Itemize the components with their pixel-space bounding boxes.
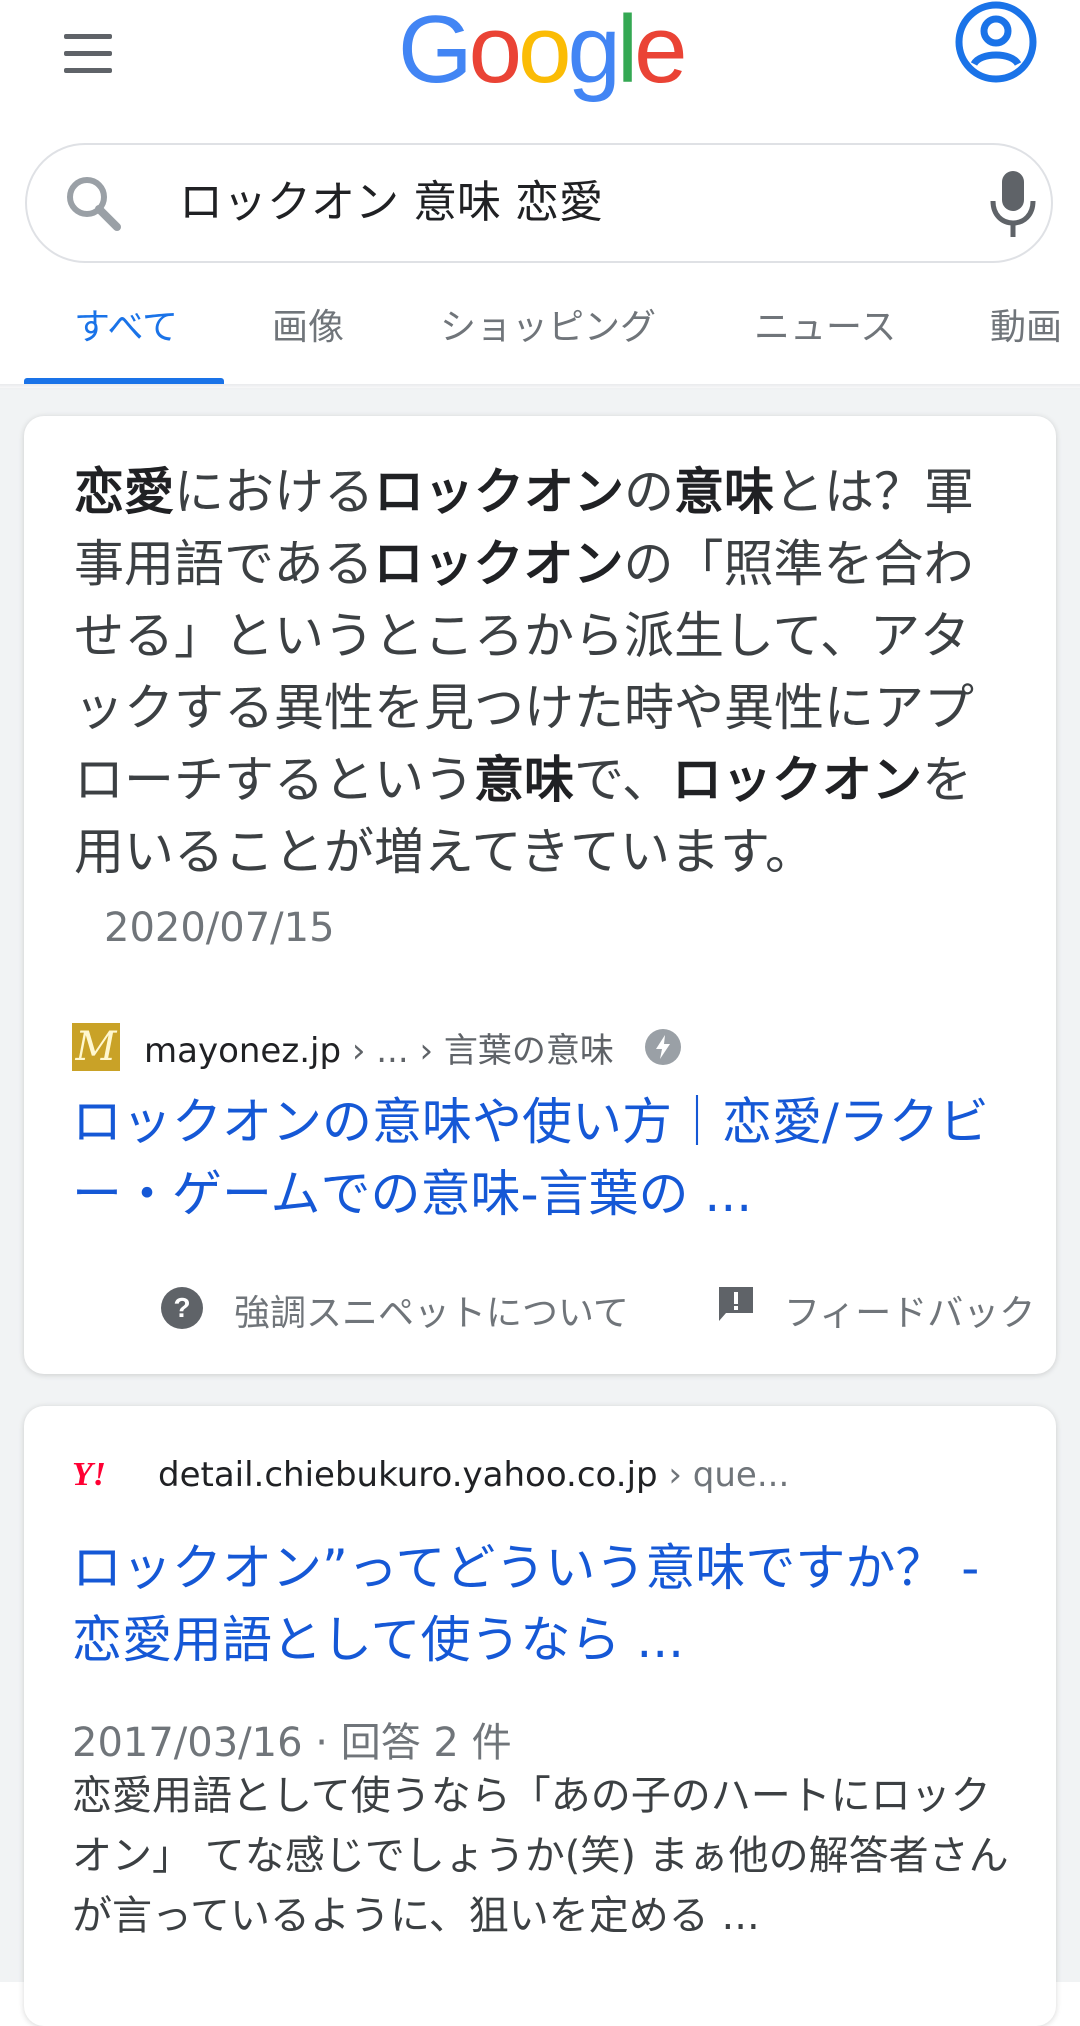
about-snippets-link[interactable]: 強調スニペットについて (234, 1284, 629, 1336)
featured-snippet-card: 恋愛におけるロックオンの意味とは？軍事用語であるロックオンの「照準を合わせる」と… (24, 416, 1056, 1374)
search-box[interactable]: ロックオン 意味 恋愛 (25, 143, 1053, 263)
tab-news[interactable]: ニュース (754, 306, 896, 350)
hamburger-menu-icon[interactable] (56, 24, 120, 88)
snippet-highlight: ロックオン (672, 751, 922, 809)
snippet-text: 恋愛におけるロックオンの意味とは？軍事用語であるロックオンの「照準を合わせる」と… (74, 456, 1014, 964)
account-circle-icon[interactable] (954, 0, 1038, 84)
tab-videos[interactable]: 動画 (990, 306, 1062, 350)
source-path: › ... › 言葉の意味 (341, 1030, 614, 1071)
snippet-highlight: 意味 (474, 751, 574, 809)
svg-text:?: ? (173, 1292, 190, 1323)
snippet-highlight: ロックオン (374, 463, 624, 521)
microphone-icon[interactable] (987, 167, 1039, 243)
snippet-run: における (174, 463, 374, 521)
search-result-card: Y! detail.chiebukuro.yahoo.co.jp › que..… (24, 1406, 1056, 2026)
source-url: detail.chiebukuro.yahoo.co.jp › que... (158, 1455, 789, 1495)
source-row[interactable]: M mayonez.jp › ... › 言葉の意味 (72, 1022, 682, 1072)
tab-images[interactable]: 画像 (272, 306, 344, 350)
result-title-link[interactable]: ロックオン”ってどういう意味ですか？ - 恋愛用語として使うなら ... (72, 1532, 1022, 1676)
help-icon[interactable]: ? (160, 1286, 204, 1330)
header: Google (0, 0, 1080, 110)
search-icon[interactable] (61, 171, 125, 235)
search-tabs: すべて 画像 ショッピング ニュース 動画 (0, 290, 1080, 386)
snippet-run: の (624, 463, 674, 521)
result-description: 恋愛用語として使うなら「あの子のハートにロックオン」 てな感じでしょうか(笑) … (72, 1773, 1009, 1939)
tabs-divider (0, 384, 1080, 390)
tab-all[interactable]: すべて (74, 306, 178, 350)
yahoo-favicon: Y! (72, 1456, 106, 1493)
result-meta: 2017/03/16 · 回答 2 件 (72, 1720, 512, 1766)
result-title-link[interactable]: ロックオンの意味や使い方｜恋愛/ラクビー・ゲームでの意味-言葉の ... (72, 1086, 1022, 1230)
tab-shopping[interactable]: ショッピング (440, 306, 656, 350)
site-favicon: M (72, 1023, 120, 1071)
source-domain: detail.chiebukuro.yahoo.co.jp (158, 1455, 658, 1495)
source-url: mayonez.jp › ... › 言葉の意味 (144, 1023, 614, 1072)
feedback-icon[interactable] (716, 1284, 756, 1324)
amp-lightning-icon (644, 1029, 681, 1065)
google-logo[interactable]: Google (398, 0, 688, 100)
search-input[interactable]: ロックオン 意味 恋愛 (179, 171, 603, 235)
feedback-link[interactable]: フィードバック (784, 1284, 1035, 1336)
snippet-footer: ? 強調スニペットについて フィードバック (160, 1276, 1040, 1336)
snippet-highlight: 恋愛 (74, 463, 174, 521)
snippet-highlight: ロックオン (373, 535, 624, 593)
snippet-run: で、 (574, 751, 672, 809)
snippet-highlight: 意味 (674, 463, 774, 521)
source-domain: mayonez.jp (144, 1030, 342, 1071)
snippet-date: 2020/07/15 (104, 905, 335, 951)
source-row[interactable]: Y! detail.chiebukuro.yahoo.co.jp › que..… (72, 1450, 789, 1500)
source-path: › que... (657, 1455, 790, 1495)
